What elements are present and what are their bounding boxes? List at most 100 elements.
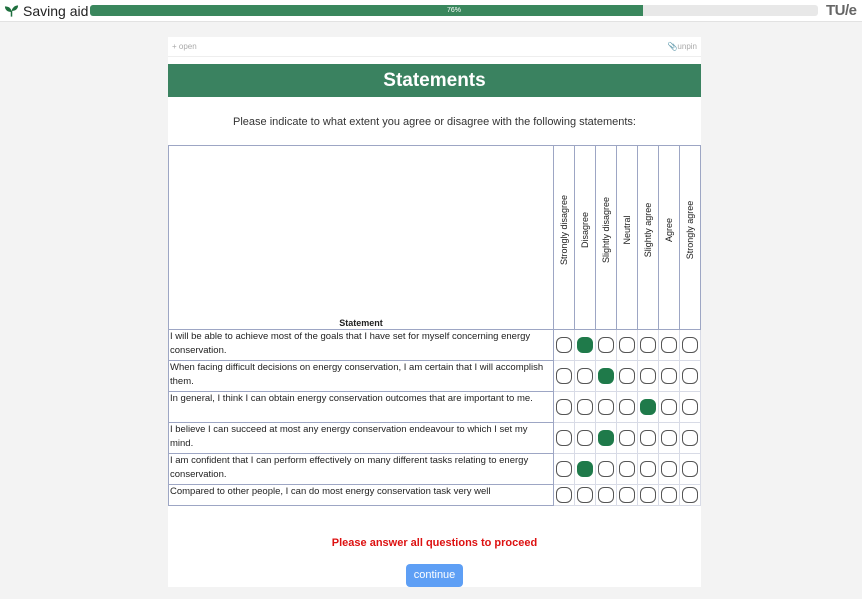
option-cell <box>595 484 617 506</box>
unpin-label: unpin <box>677 42 697 51</box>
open-link[interactable]: + open <box>172 42 197 51</box>
likert-radio[interactable] <box>640 367 656 384</box>
likert-radio[interactable] <box>619 460 635 477</box>
likert-radio[interactable] <box>619 398 635 415</box>
option-cell <box>679 360 701 392</box>
option-cell <box>658 453 680 485</box>
likert-radio[interactable] <box>577 460 593 477</box>
option-cell <box>679 453 701 485</box>
option-cell <box>616 422 638 454</box>
scale-header-agree: Agree <box>658 145 680 330</box>
scale-header-strongly-disagree: Strongly disagree <box>553 145 575 330</box>
option-cell <box>574 391 596 423</box>
likert-radio[interactable] <box>640 429 656 446</box>
likert-radio[interactable] <box>661 398 677 415</box>
scale-label: Agree <box>664 217 674 243</box>
likert-radio[interactable] <box>682 336 698 353</box>
likert-radio[interactable] <box>661 429 677 446</box>
likert-radio[interactable] <box>577 336 593 353</box>
leaf-icon <box>4 5 19 17</box>
likert-radio[interactable] <box>661 486 677 503</box>
error-message: Please answer all questions to proceed <box>331 537 538 549</box>
option-cell <box>553 391 575 423</box>
pin-bar: + open 📎unpin <box>168 37 701 57</box>
likert-radio[interactable] <box>577 486 593 503</box>
table-row: I am confident that I can perform effect… <box>168 453 701 485</box>
likert-radio[interactable] <box>598 486 614 503</box>
progress-label: 76% <box>446 7 461 14</box>
table-row: Compared to other people, I can do most … <box>168 484 701 506</box>
scale-header-neutral: Neutral <box>616 145 638 330</box>
statement-text: In general, I think I can obtain energy … <box>168 391 554 423</box>
likert-radio[interactable] <box>640 336 656 353</box>
scale-label: Strongly disagree <box>559 194 569 266</box>
statement-text: I am confident that I can perform effect… <box>168 453 554 485</box>
likert-radio[interactable] <box>682 460 698 477</box>
likert-radio[interactable] <box>556 398 572 415</box>
option-cell <box>637 329 659 361</box>
option-cell <box>616 329 638 361</box>
option-cell <box>637 484 659 506</box>
option-cell <box>553 453 575 485</box>
option-cell <box>595 391 617 423</box>
likert-radio[interactable] <box>640 460 656 477</box>
likert-radio[interactable] <box>682 398 698 415</box>
option-cell <box>637 453 659 485</box>
likert-radio[interactable] <box>598 398 614 415</box>
option-cell <box>679 422 701 454</box>
option-cell <box>637 360 659 392</box>
option-cell <box>595 422 617 454</box>
likert-radio[interactable] <box>619 367 635 384</box>
option-cell <box>658 422 680 454</box>
likert-radio[interactable] <box>661 367 677 384</box>
app-title: Saving aid <box>23 3 89 19</box>
likert-radio[interactable] <box>556 429 572 446</box>
option-cell <box>616 360 638 392</box>
tue-logo: TU/e <box>826 2 857 19</box>
likert-radio[interactable] <box>661 460 677 477</box>
likert-table: Statement Strongly disagree Disagree Sli… <box>168 145 701 506</box>
likert-radio[interactable] <box>598 460 614 477</box>
likert-radio[interactable] <box>661 336 677 353</box>
likert-radio[interactable] <box>577 398 593 415</box>
likert-radio[interactable] <box>619 486 635 503</box>
instructions-text: Please indicate to what extent you agree… <box>233 116 636 128</box>
option-cell <box>553 360 575 392</box>
likert-radio[interactable] <box>556 367 572 384</box>
option-cell <box>658 329 680 361</box>
likert-radio[interactable] <box>598 429 614 446</box>
option-cell <box>553 484 575 506</box>
table-row: When facing difficult decisions on energ… <box>168 360 701 392</box>
likert-radio[interactable] <box>682 486 698 503</box>
statement-text: Compared to other people, I can do most … <box>168 484 554 506</box>
likert-radio[interactable] <box>598 367 614 384</box>
likert-radio[interactable] <box>682 367 698 384</box>
option-cell <box>637 422 659 454</box>
likert-radio[interactable] <box>556 336 572 353</box>
unpin-link[interactable]: 📎unpin <box>667 42 697 51</box>
likert-radio[interactable] <box>682 429 698 446</box>
page-title: Statements <box>168 64 701 97</box>
likert-radio[interactable] <box>556 486 572 503</box>
scale-label: Strongly agree <box>685 200 695 260</box>
likert-radio[interactable] <box>640 398 656 415</box>
progress-bar: 76% <box>90 5 818 16</box>
survey-card: + open 📎unpin Statements Please indicate… <box>168 37 701 587</box>
likert-radio[interactable] <box>556 460 572 477</box>
option-cell <box>574 360 596 392</box>
likert-radio[interactable] <box>619 429 635 446</box>
option-cell <box>595 360 617 392</box>
option-cell <box>574 484 596 506</box>
continue-button[interactable]: continue <box>406 564 463 587</box>
scale-label: Disagree <box>580 211 590 249</box>
option-cell <box>595 329 617 361</box>
likert-radio[interactable] <box>577 367 593 384</box>
scale-label: Neutral <box>622 215 632 245</box>
likert-radio[interactable] <box>598 336 614 353</box>
option-cell <box>595 453 617 485</box>
likert-radio[interactable] <box>619 336 635 353</box>
option-cell <box>574 329 596 361</box>
likert-radio[interactable] <box>640 486 656 503</box>
likert-radio[interactable] <box>577 429 593 446</box>
option-cell <box>553 422 575 454</box>
